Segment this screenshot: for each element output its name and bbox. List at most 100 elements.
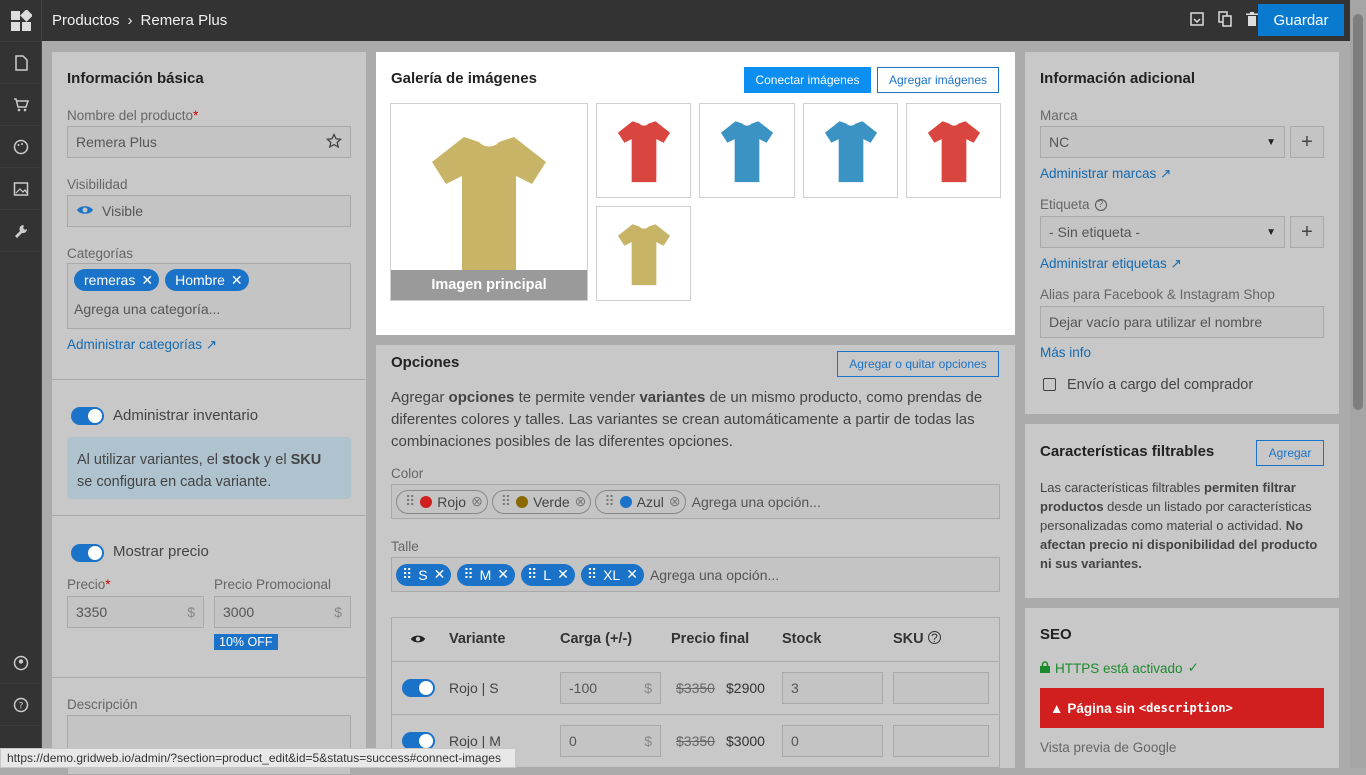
remove-option-icon[interactable]: ✕ [497, 566, 509, 583]
header-variant: Variante [449, 631, 505, 647]
remove-option-icon[interactable]: ⊗ [669, 493, 681, 510]
manage-categories-link[interactable]: Administrar categorías ↗ [67, 337, 217, 353]
variant-load-input[interactable]: -100$ [560, 672, 661, 704]
remove-option-icon[interactable]: ⊗ [471, 493, 483, 510]
basic-info-title: Información básica [67, 70, 204, 87]
save-button[interactable]: Guardar [1258, 4, 1344, 36]
wrench-icon[interactable] [0, 210, 41, 252]
price-input[interactable]: 3350$ [67, 596, 204, 628]
header-sku: SKU [893, 631, 924, 647]
tshirt-blue-image [719, 119, 775, 183]
add-size-placeholder: Agrega una opción... [650, 567, 779, 583]
help-icon[interactable]: ? [0, 684, 41, 726]
color-options-input[interactable]: ⠿Rojo⊗ ⠿Verde⊗ ⠿Azul⊗ Agrega una opción.… [391, 484, 1000, 519]
eye-icon[interactable] [410, 633, 426, 649]
filters-title: Características filtrables [1040, 443, 1214, 460]
inventory-toggle-label: Administrar inventario [113, 407, 258, 424]
remove-option-icon[interactable]: ✕ [557, 566, 569, 583]
remove-option-icon[interactable]: ⊗ [575, 493, 587, 510]
variant-new-price: $3000 [726, 733, 765, 749]
remove-option-icon[interactable]: ✕ [434, 566, 446, 583]
gallery-thumbnail[interactable] [906, 103, 1001, 198]
color-option-tag[interactable]: ⠿Verde⊗ [492, 490, 592, 514]
categories-label: Categorías [67, 246, 133, 261]
shipping-checkbox[interactable] [1043, 378, 1056, 391]
variant-sku-input[interactable] [893, 672, 989, 704]
user-icon[interactable] [0, 642, 41, 684]
add-filter-button[interactable]: Agregar [1256, 440, 1324, 466]
remove-option-icon[interactable]: ✕ [626, 566, 638, 583]
remove-tag-icon[interactable]: ✕ [141, 272, 153, 289]
options-description: Agregar opciones te permite vender varia… [391, 387, 1001, 453]
help-icon[interactable]: ? [1095, 199, 1107, 211]
add-color-placeholder: Agrega una opción... [692, 494, 821, 510]
svg-text:?: ? [18, 701, 23, 711]
manage-tags-link[interactable]: Administrar etiquetas ↗ [1040, 256, 1182, 272]
tag-select[interactable]: - Sin etiqueta -▼ [1040, 216, 1285, 248]
size-option-tag[interactable]: ⠿L✕ [521, 564, 575, 586]
main-image-caption: Imagen principal [391, 270, 587, 300]
pages-icon[interactable] [0, 42, 41, 84]
star-icon[interactable] [326, 133, 342, 152]
drag-handle-icon[interactable]: ⠿ [501, 493, 511, 510]
product-name-input[interactable]: Remera Plus [67, 126, 351, 158]
check-icon: ✓ [1188, 660, 1199, 676]
size-option-tag[interactable]: ⠿M✕ [457, 564, 515, 586]
gallery-thumbnail[interactable] [803, 103, 898, 198]
show-price-toggle[interactable] [71, 544, 104, 562]
breadcrumb-separator: › [128, 12, 133, 29]
add-tag-button[interactable]: + [1290, 216, 1324, 248]
categories-input[interactable]: remeras✕ Hombre✕ Agrega una categoría... [67, 263, 351, 329]
remove-tag-icon[interactable]: ✕ [231, 272, 243, 289]
variant-sku-input[interactable] [893, 725, 989, 757]
price-label: Precio* [67, 577, 111, 592]
google-preview-label: Vista previa de Google [1040, 740, 1176, 755]
main-image[interactable]: Imagen principal [390, 103, 588, 301]
variant-name: Rojo | M [449, 733, 501, 749]
alias-input[interactable]: Dejar vacío para utilizar el nombre [1040, 306, 1324, 338]
drag-handle-icon[interactable]: ⠿ [604, 493, 614, 510]
app-logo-icon[interactable] [0, 0, 41, 42]
gallery-thumbnail[interactable] [596, 103, 691, 198]
tshirt-yellow-image [429, 132, 549, 272]
seo-title: SEO [1040, 626, 1072, 643]
size-option-tag[interactable]: ⠿XL✕ [581, 564, 644, 586]
gallery-thumbnail[interactable] [596, 206, 691, 301]
variants-header: Variante Carga (+/-) Precio final Stock … [392, 618, 1000, 662]
connect-images-button[interactable]: Conectar imágenes [744, 67, 871, 93]
lock-icon [1040, 661, 1050, 676]
color-option-tag[interactable]: ⠿Azul⊗ [595, 490, 685, 514]
drag-handle-icon[interactable]: ⠿ [405, 493, 415, 510]
size-option-tag[interactable]: ⠿S✕ [396, 564, 451, 586]
size-options-input[interactable]: ⠿S✕ ⠿M✕ ⠿L✕ ⠿XL✕ Agrega una opción... [391, 557, 1000, 592]
manage-brands-link[interactable]: Administrar marcas ↗ [1040, 166, 1171, 182]
breadcrumb-section[interactable]: Productos [52, 12, 120, 29]
delete-icon[interactable] [1246, 12, 1258, 30]
color-option-tag[interactable]: ⠿Rojo⊗ [396, 490, 488, 514]
cart-icon[interactable] [0, 84, 41, 126]
promo-price-input[interactable]: 3000$ [214, 596, 351, 628]
gallery-thumbnail[interactable] [699, 103, 795, 198]
tshirt-red-image [926, 119, 982, 183]
brand-select[interactable]: NC▼ [1040, 126, 1285, 158]
save-draft-icon[interactable] [1190, 12, 1204, 29]
image-icon[interactable] [0, 168, 41, 210]
manage-options-button[interactable]: Agregar o quitar opciones [837, 351, 999, 377]
palette-icon[interactable] [0, 126, 41, 168]
page-scrollbar[interactable] [1350, 0, 1366, 768]
variant-load-input[interactable]: 0$ [560, 725, 661, 757]
scrollbar-thumb[interactable] [1353, 14, 1363, 410]
variant-stock-input[interactable]: 3 [782, 672, 883, 704]
help-icon[interactable]: ? [928, 631, 941, 644]
gallery-title: Galería de imágenes [391, 70, 537, 87]
inventory-toggle[interactable] [71, 407, 104, 425]
duplicate-icon[interactable] [1218, 11, 1232, 30]
header-load: Carga (+/-) [560, 631, 632, 647]
add-images-button[interactable]: Agregar imágenes [877, 67, 999, 93]
header-stock: Stock [782, 631, 822, 647]
variant-stock-input[interactable]: 0 [782, 725, 883, 757]
more-info-link[interactable]: Más info [1040, 345, 1091, 360]
variant-visible-toggle[interactable] [402, 679, 435, 697]
visibility-select[interactable]: Visible [67, 195, 351, 227]
add-brand-button[interactable]: + [1290, 126, 1324, 158]
